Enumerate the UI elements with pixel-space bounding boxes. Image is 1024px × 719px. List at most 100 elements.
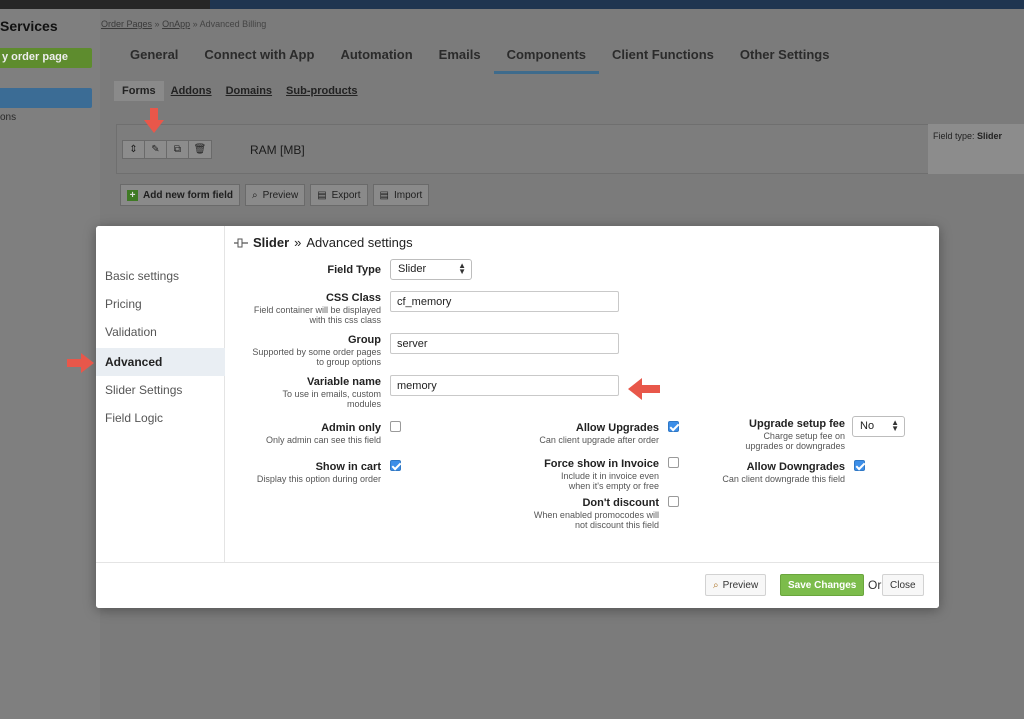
dont-discount-checkbox[interactable]: [668, 496, 679, 507]
plus-icon: +: [127, 189, 138, 201]
field-type-value: Slider: [977, 131, 1003, 141]
top-bar: [0, 0, 1024, 9]
or-label: Or: [868, 578, 882, 592]
subtab-sub-products[interactable]: Sub-products: [279, 81, 365, 101]
variable-name-input[interactable]: [390, 375, 619, 396]
tab-general[interactable]: General: [100, 36, 191, 74]
breadcrumb-order-pages[interactable]: Order Pages: [101, 19, 152, 29]
css-class-label: CSS Class: [325, 292, 381, 304]
add-new-form-field-label: Add new form field: [143, 189, 233, 201]
export-button[interactable]: ▤ Export: [310, 184, 368, 206]
modal-preview-label: Preview: [722, 579, 759, 591]
breadcrumb-onapp[interactable]: OnApp: [162, 19, 190, 29]
edit-pencil-icon[interactable]: ✎: [145, 141, 167, 158]
sub-tabs: Forms Addons Domains Sub-products: [100, 76, 365, 106]
force-show-invoice-hint: Include it in invoice even when it's emp…: [496, 471, 659, 491]
css-class-input[interactable]: [390, 291, 619, 312]
css-class-hint-line1: Field container will be displayed: [253, 305, 381, 315]
force-show-invoice-checkbox[interactable]: [668, 457, 679, 468]
save-changes-button[interactable]: Save Changes: [780, 574, 865, 596]
select-arrows-icon: ▲ ▼: [891, 418, 899, 433]
close-button[interactable]: Close: [882, 574, 924, 596]
force-show-invoice-hint-line2: when it's empty or free: [568, 481, 659, 491]
tab-other-settings[interactable]: Other Settings: [727, 36, 843, 74]
modal-nav-basic-settings[interactable]: Basic settings: [96, 262, 225, 290]
modal-nav-validation[interactable]: Validation: [96, 318, 225, 346]
red-arrow-right-icon: [67, 353, 94, 373]
add-new-form-field-button[interactable]: + Add new form field: [120, 184, 240, 206]
allow-upgrades-checkbox[interactable]: [668, 421, 679, 432]
dont-discount-hint-line2: not discount this field: [574, 520, 659, 530]
variable-name-label: Variable name: [307, 376, 381, 388]
export-label: Export: [331, 189, 361, 201]
allow-downgrades-label: Allow Downgrades: [746, 461, 845, 473]
advanced-settings-modal: Basic settings Pricing Validation Advanc…: [96, 226, 939, 608]
sidebar-title: Services: [0, 18, 58, 34]
subtab-addons[interactable]: Addons: [164, 81, 219, 101]
admin-only-label: Admin only: [321, 422, 381, 434]
preview-button[interactable]: ⌕ Preview: [245, 184, 306, 206]
field-type-select-value: Slider: [398, 263, 427, 275]
modal-sidebar: Basic settings Pricing Validation Advanc…: [96, 226, 225, 562]
show-in-cart-label: Show in cart: [315, 461, 381, 473]
main-tabs: General Connect with App Automation Emai…: [100, 36, 1024, 74]
export-icon: ▤: [317, 189, 327, 201]
modal-nav-advanced[interactable]: Advanced: [96, 348, 225, 376]
group-input[interactable]: [390, 333, 619, 354]
breadcrumb: Order Pages » OnApp » Advanced Billing: [101, 19, 266, 29]
variable-name-hint-line1: To use in emails, custom: [282, 389, 381, 399]
css-class-hint-line2: with this css class: [309, 315, 381, 325]
force-show-invoice-label: Force show in Invoice: [544, 458, 659, 470]
tab-automation[interactable]: Automation: [327, 36, 425, 74]
form-actions: + Add new form field ⌕ Preview ▤ Export …: [120, 184, 430, 206]
allow-downgrades-hint: Can client downgrade this field: [722, 474, 845, 484]
breadcrumb-sep: »: [154, 19, 160, 29]
modal-preview-button[interactable]: ⌕ Preview: [705, 574, 767, 596]
upgrade-setup-fee-select[interactable]: No ▲ ▼: [852, 416, 905, 437]
tab-emails[interactable]: Emails: [426, 36, 494, 74]
red-arrow-left-icon: [628, 378, 660, 400]
subtab-domains[interactable]: Domains: [219, 81, 279, 101]
upgrade-setup-fee-hint-line2: upgrades or downgrades: [745, 441, 845, 451]
select-arrows-icon: ▲ ▼: [458, 261, 466, 276]
allow-downgrades-checkbox[interactable]: [854, 460, 865, 471]
sidebar-item[interactable]: ons: [0, 112, 16, 123]
modal-title-sep: »: [294, 235, 302, 250]
field-type-select[interactable]: Slider ▲ ▼: [390, 259, 472, 280]
modal-nav-pricing[interactable]: Pricing: [96, 290, 225, 318]
import-button[interactable]: ▤ Import: [372, 184, 430, 206]
upgrade-setup-fee-hint: Charge setup fee on upgrades or downgrad…: [686, 431, 845, 451]
allow-upgrades-hint: Can client upgrade after order: [539, 435, 659, 445]
show-in-cart-hint: Display this option during order: [256, 474, 381, 484]
sort-icon[interactable]: ⇕: [123, 141, 145, 158]
modal-nav-slider-settings[interactable]: Slider Settings: [96, 376, 225, 404]
css-class-hint: Field container will be displayed with t…: [216, 305, 381, 325]
admin-only-checkbox[interactable]: [390, 421, 401, 432]
show-in-cart-checkbox[interactable]: [390, 460, 401, 471]
upgrade-setup-fee-hint-line1: Charge setup fee on: [763, 431, 845, 441]
import-icon: ▤: [379, 189, 389, 201]
field-name: RAM [MB]: [250, 143, 305, 157]
new-order-page-button[interactable]: y order page: [0, 48, 92, 68]
variable-name-hint-line2: modules: [346, 399, 381, 409]
breadcrumb-current: Advanced Billing: [199, 19, 267, 29]
tab-components[interactable]: Components: [493, 36, 600, 74]
allow-upgrades-label: Allow Upgrades: [575, 422, 659, 434]
modal-title-prefix: Slider: [253, 235, 290, 250]
tab-client-functions[interactable]: Client Functions: [599, 36, 727, 74]
tab-connect-with-app[interactable]: Connect with App: [191, 36, 327, 74]
trash-icon[interactable]: 🗑: [189, 141, 211, 158]
modal-nav-field-logic[interactable]: Field Logic: [96, 404, 225, 432]
subtab-forms[interactable]: Forms: [114, 81, 164, 101]
duplicate-icon[interactable]: ⧉: [167, 141, 189, 158]
group-hint-line2: to group options: [316, 357, 381, 367]
admin-only-hint: Only admin can see this field: [265, 435, 381, 445]
field-type-label: Field type:: [933, 131, 975, 141]
sidebar-active-item[interactable]: [0, 88, 92, 108]
magnifier-icon: ⌕: [713, 579, 719, 591]
force-show-invoice-hint-line1: Include it in invoice even: [560, 471, 659, 481]
top-bar-strip: [210, 0, 1024, 9]
row-tools: ⇕ ✎ ⧉ 🗑: [122, 140, 212, 159]
slider-icon: [234, 238, 248, 247]
field-type-label: Field Type: [327, 264, 381, 276]
